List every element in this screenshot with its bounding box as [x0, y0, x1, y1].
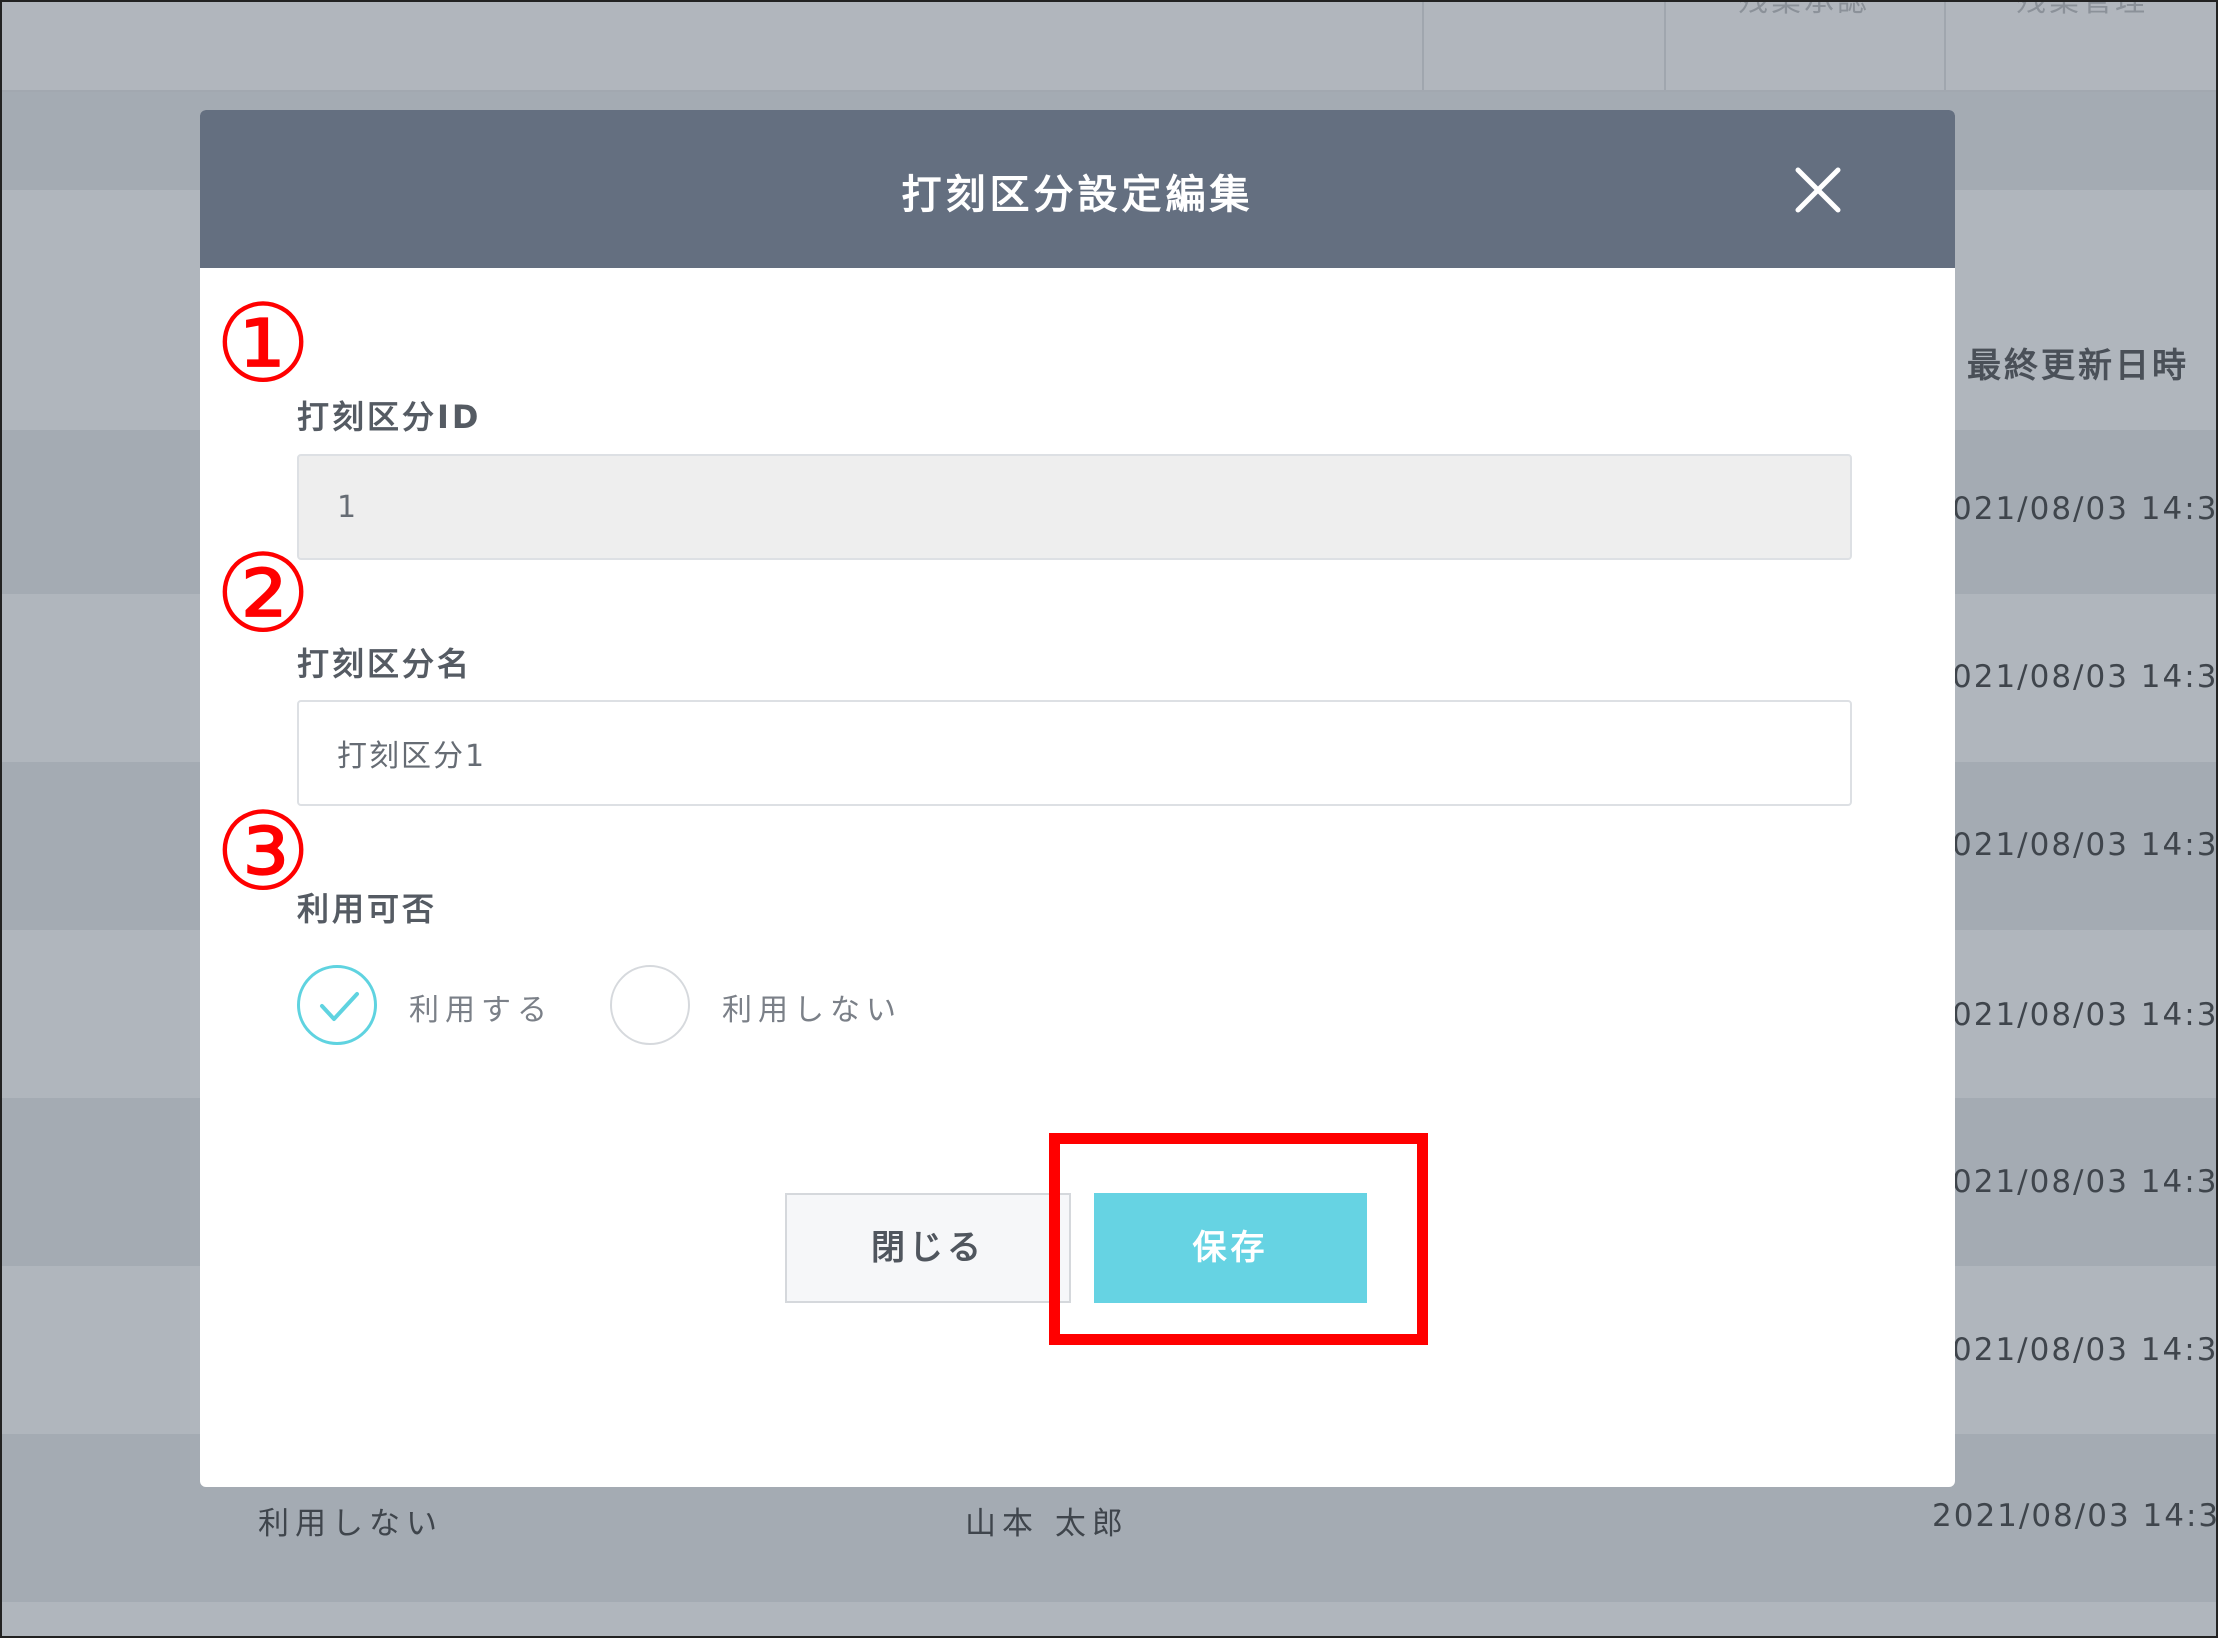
background-last-updated-header: 最終更新日時	[1967, 346, 2189, 386]
radio-use-label: 利用する	[409, 993, 553, 1028]
background-row-date: 021/08/03 14:3	[1952, 997, 2218, 1033]
radio-use[interactable]: 利用する	[297, 965, 597, 1049]
background-row-date: 021/08/03 14:3	[1952, 491, 2218, 527]
radio-not-use-label: 利用しない	[722, 993, 902, 1028]
annotation-marker-1: ①	[214, 282, 312, 407]
background-row-date: 021/08/03 14:3	[1952, 827, 2218, 863]
background-row-status: 利用しない	[258, 1506, 443, 1542]
background-header-label: ー	[1526, 0, 1560, 19]
id-field[interactable]	[297, 454, 1852, 560]
background-row-date: 021/08/03 14:3	[1952, 1164, 2218, 1200]
dialog-title: 打刻区分設定編集	[901, 172, 1254, 218]
edit-dialog: 打刻区分設定編集 ① 打刻区分ID ② 打刻区分名 ③ 利用可否 利	[200, 110, 1955, 1487]
name-field-label: 打刻区分名	[297, 645, 473, 683]
background-row-date: 021/08/03 14:3	[1952, 1332, 2218, 1368]
radio-not-use-circle[interactable]	[610, 965, 690, 1045]
background-header-label: 残業管理	[2016, 0, 2148, 19]
name-field[interactable]	[297, 700, 1852, 806]
radio-not-use[interactable]: 利用しない	[610, 965, 940, 1049]
close-dialog-button[interactable]: 閉じる	[785, 1193, 1071, 1303]
id-field-label: 打刻区分ID	[297, 398, 482, 436]
close-icon	[1795, 167, 1841, 213]
background-row	[2, 1602, 2216, 1636]
checkmark-icon	[320, 992, 359, 1021]
background-row-date: 021/08/03 14:3	[1952, 659, 2218, 695]
background-row-user: 山本 太郎	[965, 1506, 1129, 1542]
screenshot-frame: ー 残業承認 残業管理 最終更新日時 021/08/03 14:3 021/08…	[0, 0, 2218, 1638]
save-button[interactable]: 保存	[1094, 1193, 1367, 1303]
background-row-date: 2021/08/03 14:3	[1932, 1498, 2218, 1534]
close-button[interactable]	[1790, 162, 1846, 218]
background-header-label: 残業承認	[1738, 0, 1870, 19]
dialog-header: 打刻区分設定編集	[200, 110, 1955, 268]
background-table-header: ー 残業承認 残業管理	[2, 2, 2216, 92]
background-header-column: 残業管理	[1944, 0, 2216, 90]
annotation-marker-2: ②	[214, 532, 312, 657]
availability-field-label: 利用可否	[297, 890, 438, 928]
background-header-column: ー	[1422, 2, 1662, 90]
radio-use-circle[interactable]	[297, 965, 377, 1045]
background-header-column: 残業承認	[1664, 2, 1942, 90]
